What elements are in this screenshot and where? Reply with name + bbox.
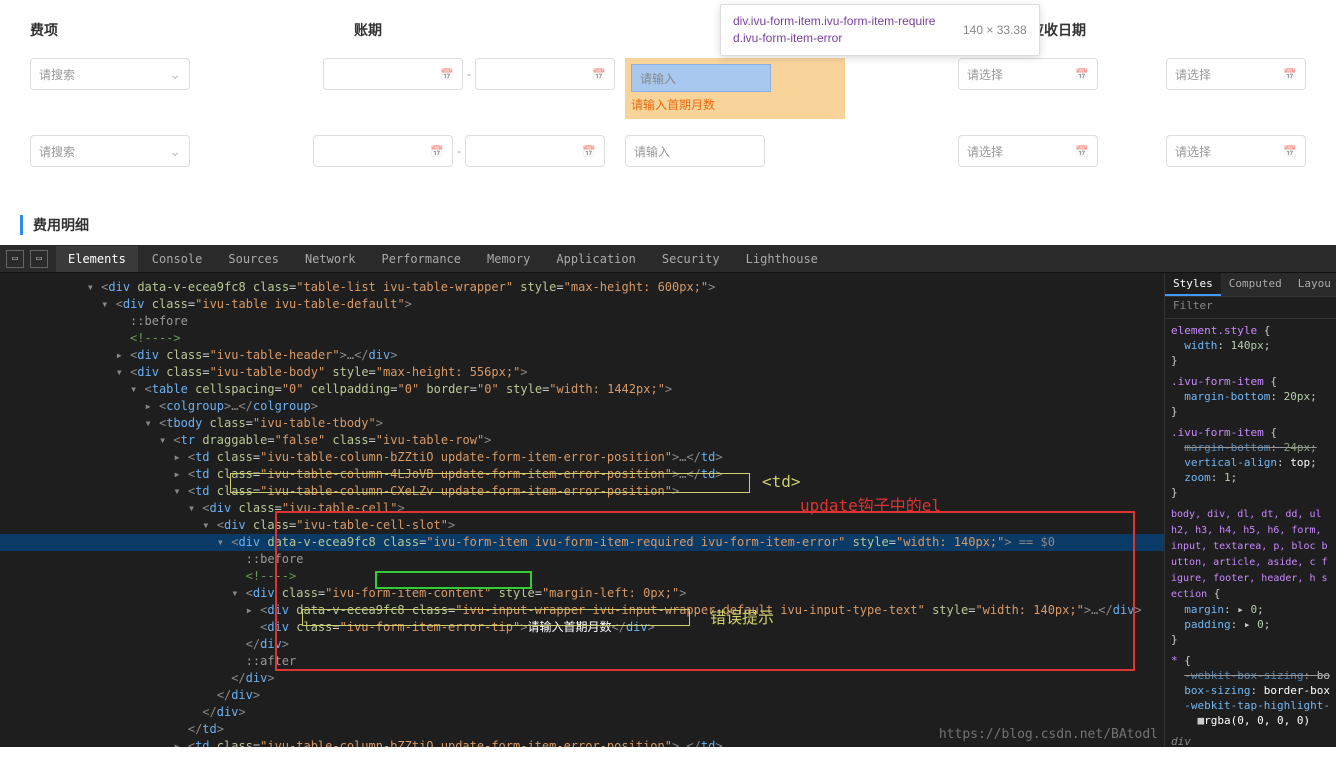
tab-elements[interactable]: Elements — [56, 246, 138, 272]
tab-application[interactable]: Application — [544, 246, 647, 272]
tab-computed[interactable]: Computed — [1221, 273, 1290, 296]
calendar-icon — [1283, 67, 1297, 81]
date-end[interactable] — [465, 135, 605, 167]
form-header-row: 费项 账期 首期应收日期 div.ivu-form-item.ivu-form-… — [20, 10, 1316, 50]
calendar-icon — [592, 67, 606, 81]
tooltip-dimensions: 140 × 33.38 — [963, 23, 1027, 37]
calendar-icon — [1075, 144, 1089, 158]
highlighted-form-item: 请输入 请输入首期月数 — [625, 58, 845, 119]
col-header-date: 首期应收日期 — [992, 20, 1316, 40]
form-area: 费项 账期 首期应收日期 div.ivu-form-item.ivu-form-… — [0, 0, 1336, 195]
inspect-icon[interactable]: ▭ — [6, 250, 24, 268]
date-separator: - — [467, 67, 471, 81]
chevron-down-icon — [169, 66, 181, 83]
months-input[interactable]: 请输入 — [631, 64, 771, 92]
col-header-fee: 费项 — [20, 20, 344, 40]
due-select[interactable]: 请选择 — [958, 135, 1098, 167]
tab-layout[interactable]: Layou — [1290, 273, 1336, 296]
chevron-down-icon — [169, 143, 181, 160]
due-select[interactable]: 请选择 — [958, 58, 1098, 90]
calendar-icon — [430, 144, 444, 158]
date-end[interactable] — [475, 58, 615, 90]
tab-security[interactable]: Security — [650, 246, 732, 272]
selected-dom-node: <div data-v-ecea9fc8 class="ivu-form-ite… — [0, 534, 1164, 551]
annotation-yellow-label: 错误提示 — [710, 609, 774, 626]
due-date[interactable]: 请选择 — [1166, 58, 1306, 90]
calendar-icon — [582, 144, 596, 158]
due-date[interactable]: 请选择 — [1166, 135, 1306, 167]
form-row: 请搜索 - 请输入 请选择 请选择 — [20, 127, 1316, 175]
tab-styles[interactable]: Styles — [1165, 273, 1221, 296]
styles-panel: Styles Computed Layou Filter element.sty… — [1164, 273, 1336, 747]
styles-filter[interactable]: Filter — [1165, 297, 1336, 319]
calendar-icon — [1075, 67, 1089, 81]
device-icon[interactable]: ▭ — [30, 250, 48, 268]
fee-select[interactable]: 请搜索 — [30, 58, 190, 90]
tab-console[interactable]: Console — [140, 246, 215, 272]
watermark: https://blog.csdn.net/BAtodl — [939, 726, 1158, 743]
tab-performance[interactable]: Performance — [370, 246, 473, 272]
element-tooltip: div.ivu-form-item.ivu-form-item-required… — [720, 4, 1040, 56]
dom-tree[interactable]: <div data-v-ecea9fc8 class="table-list i… — [0, 273, 1164, 747]
date-start[interactable] — [323, 58, 463, 90]
tab-network[interactable]: Network — [293, 246, 368, 272]
annotation-red-label: update钩子中的el — [800, 497, 941, 514]
col-header-period: 账期 — [344, 20, 668, 40]
tab-memory[interactable]: Memory — [475, 246, 542, 272]
devtools-tabbar: ▭ ▭ Elements Console Sources Network Per… — [0, 245, 1336, 273]
section-title: 费用明细 — [20, 215, 1316, 235]
date-start[interactable] — [313, 135, 453, 167]
devtools: ▭ ▭ Elements Console Sources Network Per… — [0, 245, 1336, 747]
error-tip: 请输入首期月数 — [631, 96, 839, 113]
tab-sources[interactable]: Sources — [216, 246, 291, 272]
tooltip-selector: div.ivu-form-item.ivu-form-item-required… — [733, 13, 943, 47]
fee-select[interactable]: 请搜索 — [30, 135, 190, 167]
annotation-td-label: <td> — [762, 473, 801, 490]
tab-lighthouse[interactable]: Lighthouse — [734, 246, 830, 272]
calendar-icon — [1283, 144, 1297, 158]
months-input[interactable]: 请输入 — [625, 135, 765, 167]
calendar-icon — [440, 67, 454, 81]
form-row: 请搜索 - 请输入 请输入首期月数 请选择 请选择 — [20, 50, 1316, 127]
